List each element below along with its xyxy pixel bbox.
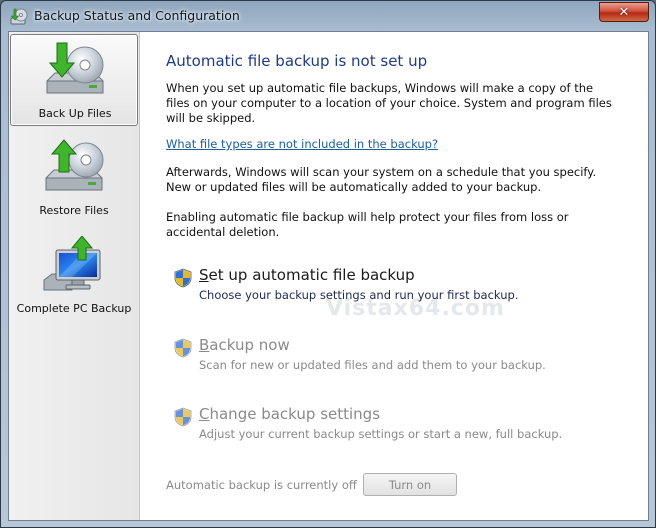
backup-status-text: Automatic backup is currently off: [166, 478, 357, 492]
sidebar-item-back-up-files[interactable]: Back Up Files: [10, 34, 138, 126]
sidebar-item-complete-pc-backup[interactable]: Complete PC Backup: [10, 230, 138, 322]
main-panel: Vistax64.com Automatic file backup is no…: [166, 32, 636, 520]
afterwards-text: Afterwards, Windows will scan your syste…: [166, 165, 597, 194]
backup-files-icon: [46, 42, 104, 94]
sidebar-item-label: Complete PC Backup: [16, 302, 132, 315]
restore-files-icon: [45, 139, 104, 191]
uac-shield-icon: [174, 268, 192, 288]
backup-now-desc: Scan for new or updated files and add th…: [199, 358, 546, 372]
client-area: Back Up Files Restore Files Complete PC …: [8, 31, 649, 521]
enabling-text: Enabling automatic file backup will help…: [166, 210, 569, 239]
sidebar-item-label: Restore Files: [39, 204, 109, 217]
page-title: Automatic file backup is not set up: [166, 52, 428, 70]
change-backup-settings-desc: Adjust your current backup settings or s…: [199, 427, 563, 441]
setup-automatic-backup-task[interactable]: Set up automatic file backup Choose your…: [174, 266, 614, 310]
title-bar[interactable]: Backup Status and Configuration ✕: [1, 1, 655, 31]
backup-window: Backup Status and Configuration ✕ Back U…: [0, 0, 656, 528]
backup-now-title: Backup now: [199, 336, 290, 354]
close-button[interactable]: ✕: [599, 2, 649, 22]
complete-pc-backup-icon: [43, 236, 101, 291]
sidebar-item-restore-files[interactable]: Restore Files: [10, 132, 138, 224]
turn-on-button[interactable]: Turn on: [363, 473, 457, 496]
window-title: Backup Status and Configuration: [34, 8, 240, 23]
excluded-file-types-link[interactable]: What file types are not included in the …: [166, 137, 438, 151]
sidebar: Back Up Files Restore Files Complete PC …: [9, 32, 140, 520]
backup-now-task[interactable]: Backup now Scan for new or updated files…: [174, 336, 614, 380]
change-backup-settings-task[interactable]: Change backup settings Adjust your curre…: [174, 405, 614, 449]
sidebar-item-label: Back Up Files: [38, 107, 112, 120]
uac-shield-icon: [174, 338, 192, 358]
backup-app-icon: [10, 8, 28, 25]
setup-automatic-backup-desc: Choose your backup settings and run your…: [199, 288, 519, 302]
uac-shield-icon: [174, 407, 192, 427]
change-backup-settings-title: Change backup settings: [199, 405, 381, 423]
intro-text: When you set up automatic file backups, …: [166, 81, 612, 125]
setup-automatic-backup-title: Set up automatic file backup: [199, 266, 415, 284]
close-icon: ✕: [618, 4, 630, 20]
